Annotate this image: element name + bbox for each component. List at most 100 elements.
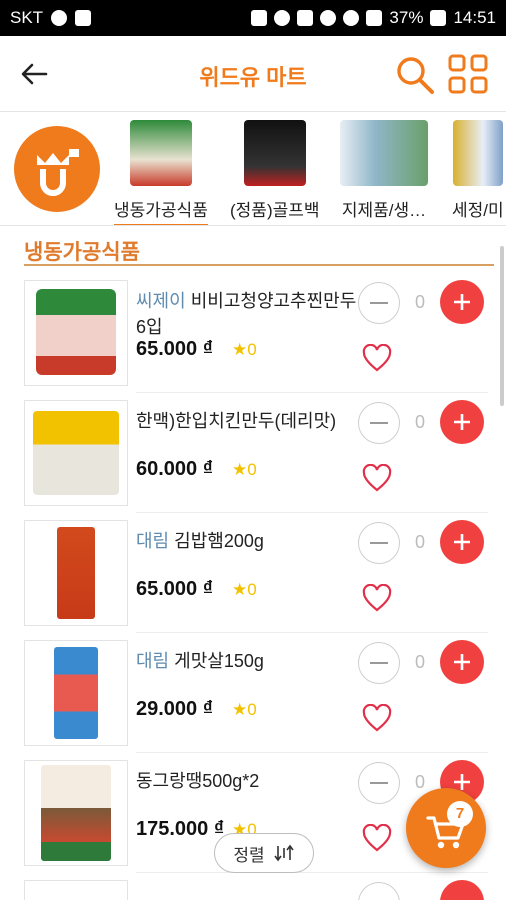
product-row[interactable]: 대림 김밥햄200g 65.000 ₫ ★0 0 [0, 516, 506, 636]
product-image[interactable] [24, 880, 128, 900]
product-price: 65.000 ₫ [136, 338, 213, 360]
mute-icon [297, 10, 314, 26]
decrease-button[interactable] [358, 882, 400, 900]
category-label: 세정/미 [452, 201, 504, 220]
category-tab-frozen[interactable]: 냉동가공식품 [114, 120, 208, 225]
product-brand: 대림 [136, 651, 170, 671]
product-price: 175.000 ₫ [136, 818, 225, 840]
category-label: 지제품/생… [341, 201, 427, 220]
product-image[interactable] [24, 400, 128, 506]
row-divider [136, 752, 488, 753]
star-icon: ★ [232, 580, 248, 599]
row-divider [136, 392, 488, 393]
plus-icon [454, 294, 470, 310]
product-row[interactable] [0, 876, 506, 900]
row-divider [136, 512, 488, 513]
sort-icon [274, 844, 294, 862]
product-image[interactable] [24, 280, 128, 386]
cart-button[interactable]: 7 [406, 788, 486, 868]
product-image[interactable] [24, 760, 128, 866]
quantity-value: 0 [414, 412, 425, 432]
product-brand: 대림 [136, 531, 170, 551]
product-price: 60.000 ₫ [136, 458, 213, 480]
decrease-button[interactable] [358, 642, 400, 684]
battery-icon [430, 10, 447, 26]
increase-button[interactable] [440, 400, 484, 444]
quantity-value: 0 [414, 532, 425, 552]
category-image [129, 120, 192, 186]
category-image [243, 120, 306, 186]
image-icon [75, 10, 92, 26]
product-rating: ★0 [232, 700, 257, 719]
product-row[interactable]: 한맥)한입치킨만두(데리맛) 60.000 ₫ ★0 0 [0, 396, 506, 516]
product-brand: 씨제이 [136, 291, 186, 311]
product-price: 65.000 ₫ [136, 578, 213, 600]
grid-icon [448, 54, 488, 94]
product-rating: ★0 [232, 580, 257, 599]
alarm-icon [320, 10, 337, 26]
heart-icon[interactable] [362, 824, 392, 852]
increase-button[interactable] [440, 880, 484, 900]
product-image[interactable] [24, 640, 128, 746]
cart-icon [426, 816, 465, 849]
increase-button[interactable] [440, 640, 484, 684]
heart-icon[interactable] [362, 584, 392, 612]
product-name[interactable]: 동그랑땡500g*2 [136, 768, 358, 794]
section-divider [24, 264, 494, 266]
product-name[interactable]: 씨제이 비비고청양고추찐만두6입 [136, 288, 358, 340]
decrease-button[interactable] [358, 522, 400, 564]
row-divider [136, 632, 488, 633]
product-price: 29.000 ₫ [136, 698, 213, 720]
star-icon: ★ [232, 460, 248, 479]
product-title: 김밥햄200g [174, 531, 264, 551]
clock: 14:51 [453, 8, 496, 27]
plus-icon [454, 534, 470, 550]
product-image[interactable] [24, 520, 128, 626]
product-row[interactable]: 씨제이 비비고청양고추찐만두6입 65.000 ₫ ★0 0 [0, 276, 506, 396]
sort-label: 정렬 [233, 845, 265, 865]
plus-icon [454, 414, 470, 430]
heart-icon[interactable] [362, 344, 392, 372]
status-bar: SKT 37% 14:51 [0, 0, 506, 36]
grid-view-button[interactable] [448, 54, 488, 94]
section-title: 냉동가공식품 [24, 241, 140, 264]
product-title: 한맥)한입치킨만두(데리맛) [136, 411, 337, 431]
row-divider [136, 872, 488, 873]
category-bar: 냉동가공식품 (정품)골프백 지제품/생… 세정/미 [0, 112, 506, 226]
product-name[interactable]: 대림 게맛살150g [136, 648, 358, 674]
sort-button[interactable]: 정렬 [214, 833, 314, 873]
category-tab-wash[interactable]: 세정/미 [452, 120, 504, 224]
plus-icon [454, 654, 470, 670]
increase-button[interactable] [440, 520, 484, 564]
cart-count-badge: 7 [447, 801, 473, 827]
category-image [340, 120, 428, 186]
quantity-value: 0 [414, 652, 425, 672]
increase-button[interactable] [440, 280, 484, 324]
star-icon: ★ [232, 340, 248, 359]
app-bar: 위드유 마트 [0, 36, 506, 112]
search-button[interactable] [394, 54, 436, 96]
heart-icon[interactable] [362, 464, 392, 492]
heart-icon[interactable] [362, 704, 392, 732]
chat-bubble-icon [51, 10, 68, 26]
product-rating: ★0 [232, 340, 257, 359]
signal-icon [366, 10, 383, 26]
product-name[interactable]: 대림 김밥햄200g [136, 528, 358, 554]
decrease-button[interactable] [358, 402, 400, 444]
quantity-value: 0 [414, 292, 425, 312]
product-title: 게맛살150g [174, 651, 264, 671]
category-tab-paper[interactable]: 지제품/생… [340, 120, 428, 224]
product-row[interactable]: 대림 게맛살150g 29.000 ₫ ★0 0 [0, 636, 506, 756]
product-name[interactable]: 한맥)한입치킨만두(데리맛) [136, 408, 358, 434]
search-icon [397, 57, 434, 94]
recycle-icon [274, 10, 291, 26]
decrease-button[interactable] [358, 762, 400, 804]
store-logo[interactable] [14, 126, 100, 212]
category-tab-golf[interactable]: (정품)골프백 [230, 120, 320, 224]
star-icon: ★ [232, 700, 248, 719]
decrease-button[interactable] [358, 282, 400, 324]
carrier-label: SKT [10, 8, 44, 27]
shop-logo-icon [37, 149, 79, 196]
product-rating: ★0 [232, 460, 257, 479]
category-label: (정품)골프백 [230, 201, 320, 220]
